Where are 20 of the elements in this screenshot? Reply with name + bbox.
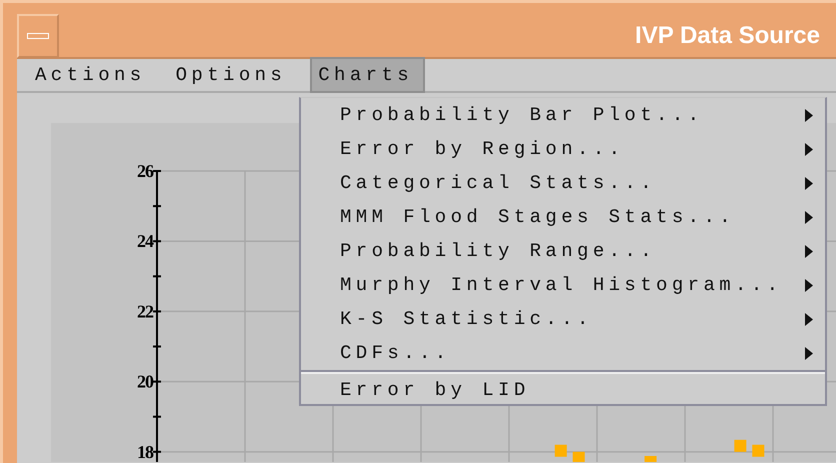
y-tick-label: 20 bbox=[137, 372, 153, 392]
window-menu-button[interactable] bbox=[17, 14, 59, 58]
menu-bar-item[interactable]: Options bbox=[172, 56, 298, 94]
window-title: IVP Data Source bbox=[635, 21, 821, 51]
menu-item[interactable]: Probability Bar Plot... bbox=[301, 98, 825, 132]
minus-icon bbox=[27, 33, 49, 39]
menu-item[interactable]: Error by LID bbox=[301, 370, 825, 404]
y-tick-label: 22 bbox=[137, 301, 153, 322]
menu-item[interactable]: Probability Range... bbox=[301, 234, 825, 268]
y-tick-label: 24 bbox=[137, 231, 153, 252]
menu-item[interactable]: Categorical Stats... bbox=[301, 166, 825, 200]
y-tick-label: 26 bbox=[137, 161, 153, 181]
menu-item[interactable]: K-S Statistic... bbox=[301, 302, 825, 336]
menu-item[interactable]: Error by Region... bbox=[301, 132, 825, 166]
menu-bar-item[interactable]: Actions bbox=[31, 56, 158, 94]
menu-item[interactable]: MMM Flood Stages Stats... bbox=[301, 200, 825, 234]
menu-bar-item[interactable]: Charts bbox=[310, 56, 426, 94]
menu-item[interactable]: CDFs... bbox=[301, 336, 825, 370]
y-tick-label: 18 bbox=[137, 442, 153, 462]
menu-item[interactable]: Murphy Interval Histogram... bbox=[301, 268, 825, 302]
